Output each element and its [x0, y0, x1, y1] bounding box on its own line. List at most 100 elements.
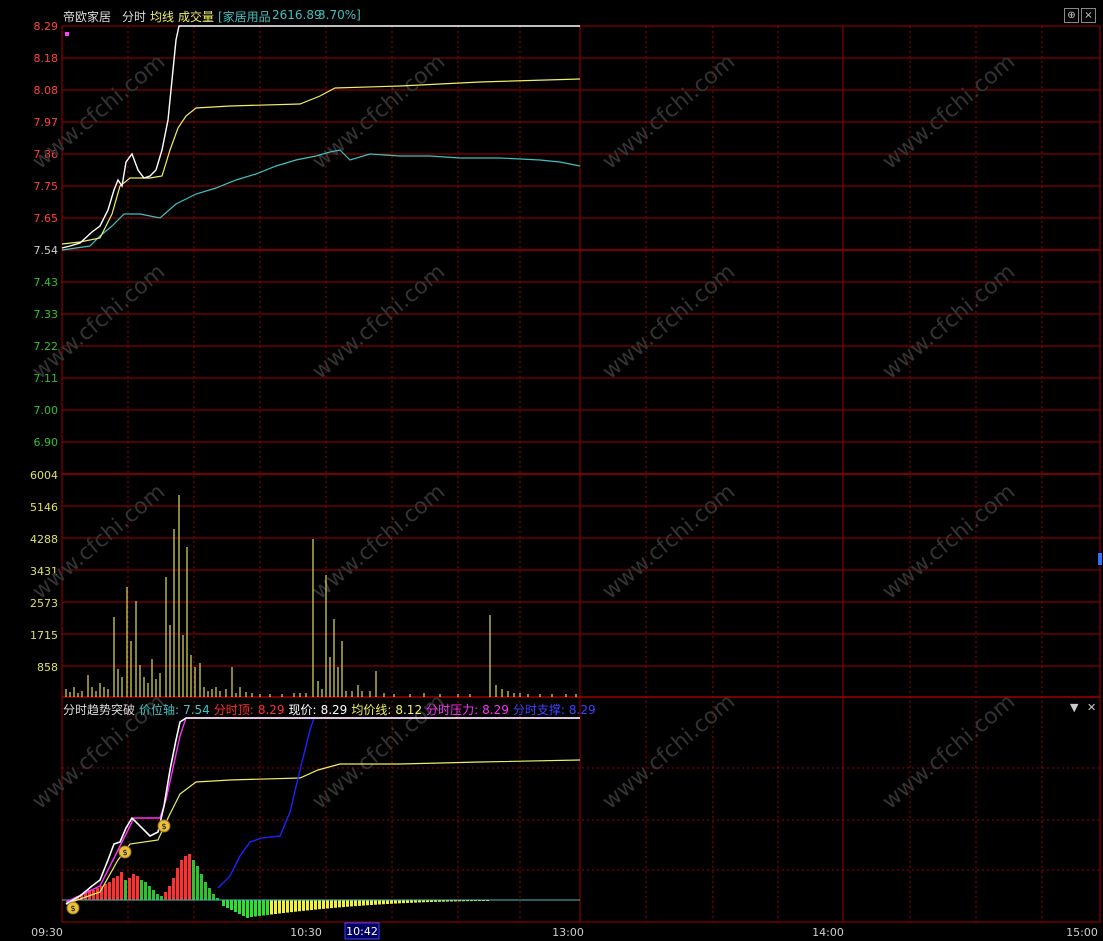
indicator-histogram-bar [176, 868, 179, 900]
indicator-histogram-bar [192, 860, 195, 900]
indicator-histogram-bar [254, 900, 257, 917]
marker-dot [65, 32, 69, 36]
indicator-histogram-bar [370, 900, 373, 906]
sector-change: 3.70%] [318, 8, 361, 22]
price-tick-label: 7.75 [34, 180, 59, 193]
indicator-histogram-bar [164, 892, 167, 900]
indicator-histogram-bar [144, 882, 147, 900]
cursor-time-label: 10:42 [346, 925, 378, 938]
time-tick-label: 14:00 [812, 926, 844, 939]
volume-tick-label: 6004 [30, 469, 58, 482]
stock-name: 帝欧家居 [63, 10, 112, 24]
indicator-histogram-bar [298, 900, 301, 912]
indicator-histogram-bar [334, 900, 337, 908]
buy-signal-glyph: $ [122, 848, 127, 857]
price-value: 8.29 [320, 703, 348, 717]
watermark-text: www.cfchi.com [598, 689, 740, 814]
edge-marker [1098, 553, 1102, 565]
indicator-histogram-bar [242, 900, 245, 916]
indicator-histogram-bar [322, 900, 325, 909]
avg-price-label: 均价线: [351, 703, 392, 717]
top-value: 8.29 [257, 703, 285, 717]
indicator-histogram-bar [294, 900, 297, 912]
indicator-histogram-bar [226, 900, 229, 908]
price-label: 现价: [288, 703, 317, 717]
avg-line-label[interactable]: 均线 [150, 8, 174, 25]
indicator-histogram-bar [318, 900, 321, 910]
volume-tick-label: 1715 [30, 629, 58, 642]
price-tick-label: 7.00 [34, 404, 59, 417]
watermark-text: www.cfchi.com [878, 49, 1020, 174]
indicator-histogram-bar [386, 900, 389, 905]
indicator-histogram-bar [326, 900, 329, 909]
volume-tick-label: 858 [37, 661, 58, 674]
price-tick-label: 6.90 [34, 436, 59, 449]
indicator-histogram-bar [152, 890, 155, 900]
indicator-histogram-bar [374, 900, 377, 905]
price-tick-label: 7.97 [34, 116, 59, 129]
indicator-histogram-bar [234, 900, 237, 912]
indicator-header: 分时趋势突破 价位轴: 7.54 分时顶: 8.29 现价: 8.29 均价线: 8.12 分时压… [63, 701, 600, 718]
volume-label[interactable]: 成交量 [178, 8, 214, 25]
indicator-histogram-bar [286, 900, 289, 913]
buy-signal-glyph: $ [70, 904, 75, 913]
indicator-histogram-bar [188, 854, 191, 900]
watermark-text: www.cfchi.com [878, 259, 1020, 384]
indicator-histogram-bar [208, 888, 211, 900]
indicator-histogram-bar [350, 900, 353, 907]
indicator-histogram-bar [266, 900, 269, 915]
indicator-histogram-bar [230, 900, 233, 910]
sector-name[interactable]: [家居用品 [218, 8, 271, 25]
indicator-histogram-bar [222, 900, 225, 906]
watermark-text: www.cfchi.com [878, 479, 1020, 604]
avg-price-value: 8.12 [395, 703, 423, 717]
indicator-histogram-bar [246, 900, 249, 918]
indicator-histogram-bar [290, 900, 293, 913]
watermark-text: www.cfchi.com [598, 259, 740, 384]
watermark-text: www.cfchi.com [598, 49, 740, 174]
watermark-text: www.cfchi.com [308, 259, 450, 384]
indicator-histogram-bar [338, 900, 341, 908]
indicator-histogram-bar [132, 874, 135, 900]
indicator-histogram-bar [270, 900, 273, 915]
indicator-histogram-bar [274, 900, 277, 914]
volume-tick-label: 4288 [30, 533, 58, 546]
indicator-histogram-bar [200, 874, 203, 900]
indicator-histogram-bar [362, 900, 365, 906]
indicator-histogram-bar [116, 876, 119, 900]
indicator-histogram-bar [204, 882, 207, 900]
indicator-histogram-bar [382, 900, 385, 905]
top-label: 分时顶: [213, 703, 254, 717]
indicator-histogram-bar [180, 860, 183, 900]
support-value: 8.29 [568, 703, 596, 717]
watermark-text: www.cfchi.com [878, 689, 1020, 814]
axis-value: 7.54 [183, 703, 210, 717]
indicator-histogram-bar [378, 900, 381, 905]
indicator-name[interactable]: 分时趋势突破 [63, 703, 135, 717]
indicator-histogram-bar [160, 896, 163, 900]
indicator-histogram-bar [250, 900, 253, 918]
price-tick-label: 8.08 [34, 84, 59, 97]
watermark-text: www.cfchi.com [598, 479, 740, 604]
zoom-icon[interactable]: ⊕ [1064, 8, 1079, 23]
indicator-histogram-bar [172, 878, 175, 900]
close-icon[interactable]: × [1081, 8, 1096, 23]
indicator-histogram-bar [398, 900, 401, 904]
price-tick-label: 8.29 [34, 20, 59, 33]
axis-label: 价位轴: [139, 703, 180, 717]
volume-tick-label: 5146 [30, 501, 58, 514]
indicator-histogram-bar [282, 900, 285, 914]
close-indicator-icon[interactable]: ✕ [1087, 701, 1096, 714]
time-tick-label: 09:30 [31, 926, 63, 939]
indicator-histogram-bar [346, 900, 349, 907]
mode-label[interactable]: 分时 [122, 8, 146, 25]
watermark-text: www.cfchi.com [28, 49, 170, 174]
price-tick-label: 7.65 [34, 212, 59, 225]
indicator-histogram-bar [358, 900, 361, 906]
indicator-histogram-bar [108, 882, 111, 900]
watermark-text: www.cfchi.com [308, 479, 450, 604]
indicator-histogram-bar [342, 900, 345, 908]
indicator-histogram-bar [314, 900, 317, 910]
dropdown-icon[interactable]: ▼ [1070, 701, 1078, 714]
sector-value: 2616.89 [272, 8, 322, 22]
